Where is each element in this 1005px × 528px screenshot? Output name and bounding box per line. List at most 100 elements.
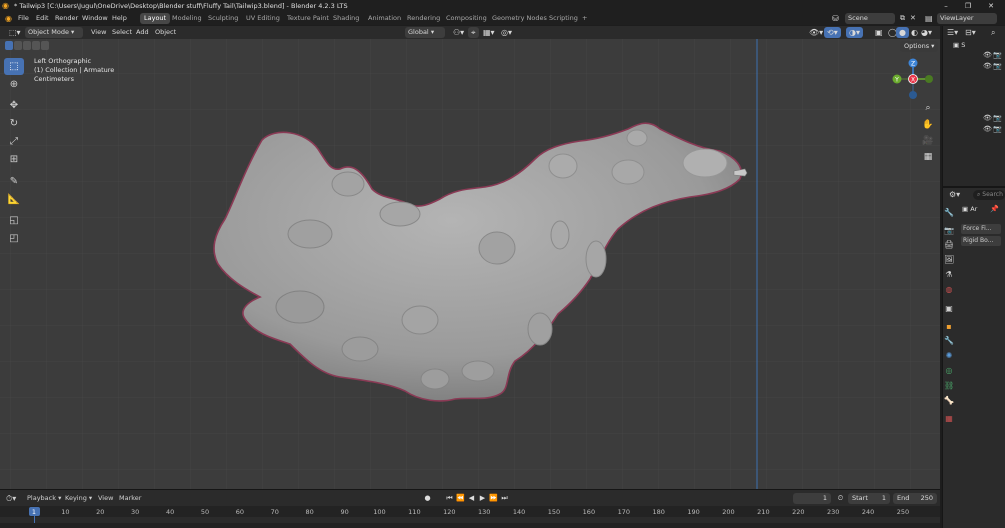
constraints-properties-icon[interactable]: ⛓	[944, 381, 954, 391]
scale-tool-icon[interactable]: ⤢	[4, 133, 24, 150]
xray-icon[interactable]: ▣	[872, 27, 886, 38]
collection-visibility-icon[interactable]: 👁	[983, 51, 992, 59]
render-properties-icon[interactable]: 📷	[944, 226, 954, 236]
outliner-scene-row[interactable]: ▣ S	[953, 41, 965, 49]
options-button[interactable]: Options ▾	[900, 41, 939, 52]
add-cube-tool-icon[interactable]: ◱	[4, 212, 24, 229]
auto-key-icon[interactable]: ●	[423, 493, 432, 504]
tab-geometry-nodes[interactable]: Geometry Nodes	[488, 13, 551, 24]
tail-mesh[interactable]	[0, 39, 940, 489]
snap-icon[interactable]: ⌖	[468, 27, 479, 38]
texture-properties-icon[interactable]: ▦	[944, 414, 954, 424]
menu-add[interactable]: Add	[133, 27, 152, 38]
camera-render-icon[interactable]: 📷	[993, 125, 1002, 133]
menu-render[interactable]: Render	[55, 12, 78, 25]
menu-timeline-view[interactable]: View	[98, 493, 113, 504]
snap-target-icon[interactable]: ▦▾	[480, 27, 498, 38]
view-layer-selector[interactable]: ViewLayer	[937, 13, 997, 24]
rigid-body-button[interactable]: Rigid Bo...	[961, 236, 1001, 246]
tab-animation[interactable]: Animation	[364, 13, 405, 24]
blender-menu-icon[interactable]: ◉	[5, 12, 12, 25]
add-workspace-button[interactable]: +	[578, 13, 591, 24]
editor-type-icon[interactable]: ⬚▾	[6, 27, 24, 38]
object-visibility-icon[interactable]: 👁	[983, 62, 992, 70]
preview-range-icon[interactable]: ⏲	[836, 493, 845, 504]
pan-hand-icon[interactable]: ✋	[920, 117, 936, 133]
tab-sculpting[interactable]: Sculpting	[204, 13, 242, 24]
remove-scene-icon[interactable]: ✕	[910, 12, 916, 25]
3d-viewport[interactable]: Left Orthographic (1) Collection | Armat…	[0, 39, 940, 489]
object-properties-icon[interactable]: ▪	[944, 322, 954, 332]
tab-scripting[interactable]: Scripting	[545, 13, 582, 24]
jump-keyframe-forward-icon[interactable]: ⏩	[489, 493, 498, 504]
particles-properties-icon[interactable]: ✺	[944, 351, 954, 361]
physics-properties-icon[interactable]: ◎	[944, 366, 954, 376]
pivot-point-icon[interactable]: ⚇▾	[450, 27, 467, 38]
close-button[interactable]: ✕	[980, 0, 1002, 12]
timeline-editor-icon[interactable]: ⏱▾	[6, 493, 16, 504]
menu-edit[interactable]: Edit	[36, 12, 49, 25]
pin-icon[interactable]: 📌	[990, 205, 999, 213]
maximize-button[interactable]: ❐	[957, 0, 979, 12]
data-properties-icon[interactable]: 🦴	[944, 396, 954, 406]
force-field-button[interactable]: Force Fi...	[961, 224, 1001, 234]
move-tool-icon[interactable]: ✥	[4, 97, 24, 114]
zoom-icon[interactable]: ⌕	[920, 100, 936, 116]
select-extend-icon[interactable]	[14, 41, 22, 50]
world-properties-icon[interactable]: ◍	[944, 285, 954, 295]
play-icon[interactable]: ▶	[478, 493, 487, 504]
overlay-toggle-icon[interactable]: ◑▾	[846, 27, 863, 38]
gizmo-toggle-icon[interactable]: ⟲▾	[824, 27, 841, 38]
menu-keying[interactable]: Keying ▾	[65, 493, 92, 504]
menu-object[interactable]: Object	[152, 27, 179, 38]
start-frame-field[interactable]: Start 1	[848, 493, 890, 504]
menu-marker[interactable]: Marker	[119, 493, 141, 504]
select-box-tool-icon[interactable]: ⬚	[4, 58, 24, 75]
tab-rendering[interactable]: Rendering	[403, 13, 444, 24]
rendered-shading-icon[interactable]: ◕▾	[918, 27, 935, 38]
tab-shading[interactable]: Shading	[329, 13, 363, 24]
annotate-tool-icon[interactable]: ✎	[4, 173, 24, 190]
view-layer-properties-icon[interactable]: 🖼	[944, 255, 954, 265]
add-mesh-tool-icon[interactable]: ◰	[4, 230, 24, 247]
camera-view-icon[interactable]: 🎥	[920, 133, 936, 149]
proportional-edit-icon[interactable]: ◎▾	[498, 27, 515, 38]
tab-modeling[interactable]: Modeling	[168, 13, 206, 24]
outliner-editor-icon[interactable]: ☰▾	[947, 28, 958, 37]
transform-tool-icon[interactable]: ⊞	[4, 151, 24, 168]
modifier-properties-icon[interactable]: 🔧	[944, 336, 954, 346]
current-frame-field[interactable]: 1	[793, 493, 831, 504]
menu-file[interactable]: File	[18, 12, 29, 25]
tool-properties-icon[interactable]: 🔧	[944, 208, 954, 218]
mode-selector[interactable]: Object Mode ▾	[25, 27, 83, 38]
cursor-tool-icon[interactable]: ⊕	[4, 76, 24, 93]
menu-playback[interactable]: Playback ▾	[27, 493, 61, 504]
properties-editor-icon[interactable]: ⚙▾	[949, 190, 960, 199]
armature-render-icon[interactable]: 📷	[993, 114, 1002, 122]
navigation-gizmo[interactable]: Z Y X	[888, 55, 936, 103]
rotate-tool-icon[interactable]: ↻	[4, 115, 24, 132]
scene-properties-icon[interactable]: ⚗	[944, 270, 954, 280]
output-properties-icon[interactable]: 🖨	[944, 240, 954, 250]
measure-tool-icon[interactable]: 📐	[4, 191, 24, 208]
scene-selector[interactable]: Scene	[845, 13, 895, 24]
timeline-scrollbar[interactable]	[0, 523, 940, 528]
object-render-icon[interactable]: 📷	[993, 62, 1002, 70]
menu-view[interactable]: View	[88, 27, 109, 38]
collection-render-icon[interactable]: 📷	[993, 51, 1002, 59]
select-subtract-icon[interactable]	[23, 41, 31, 50]
copy-scene-icon[interactable]: ⧉	[900, 12, 905, 25]
select-intersect-icon[interactable]	[41, 41, 49, 50]
play-reverse-icon[interactable]: ◀	[467, 493, 476, 504]
jump-keyframe-back-icon[interactable]: ⏪	[456, 493, 465, 504]
camera-visibility-icon[interactable]: 👁	[983, 125, 992, 133]
minimize-button[interactable]: –	[935, 0, 957, 12]
menu-select[interactable]: Select	[109, 27, 135, 38]
perspective-grid-icon[interactable]: ▦	[920, 149, 936, 165]
tab-compositing[interactable]: Compositing	[442, 13, 491, 24]
select-invert-icon[interactable]	[32, 41, 40, 50]
collection-properties-icon[interactable]: ▣	[944, 304, 954, 314]
transform-orientation-selector[interactable]: Global ▾	[405, 27, 445, 38]
tab-uv-editing[interactable]: UV Editing	[242, 13, 284, 24]
select-new-icon[interactable]	[5, 41, 13, 50]
